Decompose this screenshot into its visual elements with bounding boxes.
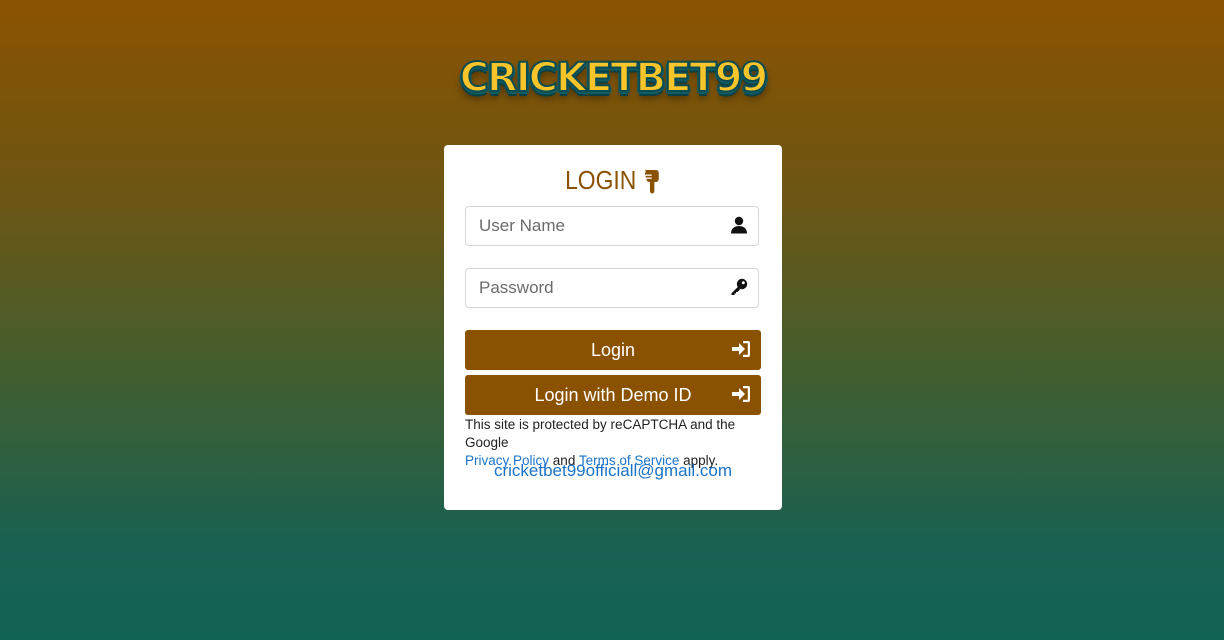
username-input[interactable]: [466, 207, 719, 245]
demo-login-button-label: Login with Demo ID: [534, 384, 692, 405]
key-icon: [731, 278, 748, 295]
login-button-label: Login: [590, 339, 636, 360]
sign-in-icon: [732, 341, 750, 357]
sign-in-icon: [732, 386, 750, 402]
user-icon: [731, 216, 747, 234]
login-button[interactable]: Login: [465, 330, 761, 370]
login-heading: LOGIN: [464, 165, 761, 196]
demo-login-button[interactable]: Login with Demo ID: [465, 375, 761, 415]
brand-logo-text: CRICKETBET99: [459, 54, 770, 102]
contact-email: cricketbet99officiall@gmail.com: [444, 461, 782, 481]
login-card: LOGIN Login Login with Demo ID: [444, 145, 782, 510]
recaptcha-text: This site is protected by reCAPTCHA and …: [465, 417, 736, 450]
password-input[interactable]: [466, 269, 719, 307]
brand-logo: CRICKETBET99: [458, 50, 770, 106]
hand-pointing-down-icon: [645, 168, 660, 193]
password-field[interactable]: [465, 268, 759, 308]
login-title: LOGIN: [565, 165, 637, 195]
username-field[interactable]: [465, 206, 759, 246]
contact-email-link[interactable]: cricketbet99officiall@gmail.com: [494, 461, 732, 480]
